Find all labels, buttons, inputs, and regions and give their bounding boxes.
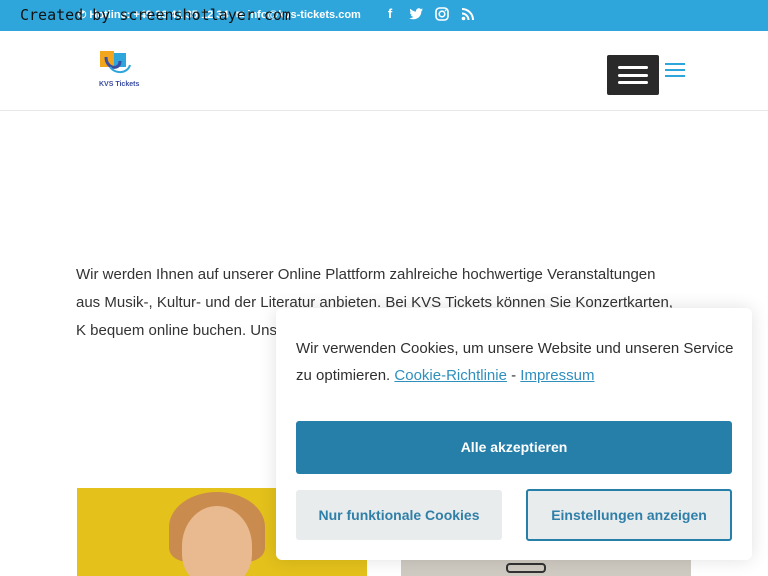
- logo-text: KVS Tickets: [99, 81, 140, 88]
- cookie-banner: Wir verwenden Cookies, um unsere Website…: [276, 308, 752, 560]
- facebook-icon[interactable]: f: [382, 6, 398, 22]
- menu-bar: [665, 69, 685, 71]
- imprint-link[interactable]: Impressum: [520, 367, 594, 384]
- twitter-icon[interactable]: [408, 6, 424, 22]
- image-glasses: [506, 563, 546, 573]
- functional-cookies-button[interactable]: Nur funktionale Cookies: [296, 490, 502, 540]
- menu-bar: [618, 66, 648, 69]
- menu-bar: [618, 81, 648, 84]
- menu-bar: [665, 75, 685, 77]
- menu-bar: [665, 63, 685, 65]
- hamburger-menu-button[interactable]: [607, 55, 659, 95]
- link-separator: -: [511, 367, 517, 384]
- mobile-menu-icon[interactable]: [665, 63, 685, 77]
- show-settings-button[interactable]: Einstellungen anzeigen: [526, 489, 732, 541]
- watermark: Created by screenshotlayer.com: [20, 6, 291, 24]
- artist-image-man[interactable]: [401, 560, 691, 576]
- rss-icon[interactable]: [460, 6, 476, 22]
- image-face: [182, 506, 252, 576]
- menu-bar: [618, 73, 648, 77]
- social-links: f: [382, 6, 476, 22]
- cookie-message: Wir verwenden Cookies, um unsere Website…: [296, 335, 736, 389]
- site-header: KVS Tickets: [0, 31, 768, 111]
- instagram-icon[interactable]: [434, 6, 450, 22]
- cookie-policy-link[interactable]: Cookie-Richtlinie: [394, 367, 507, 384]
- accept-all-button[interactable]: Alle akzeptieren: [296, 421, 732, 474]
